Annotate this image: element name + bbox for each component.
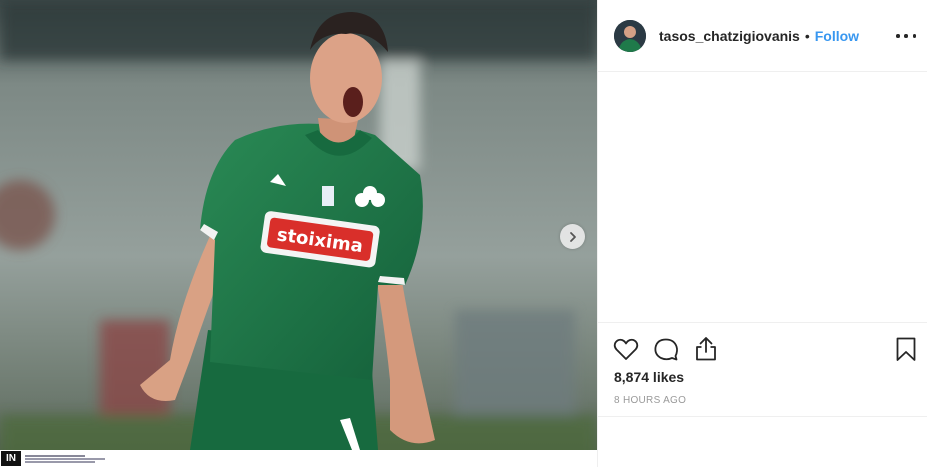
post-photo: stoixima bbox=[0, 0, 597, 467]
more-dots-icon bbox=[896, 34, 900, 38]
post-media[interactable]: stoixima IN bbox=[0, 0, 597, 467]
chevron-right-icon bbox=[569, 231, 576, 242]
post-sidebar: tasos_chatzigiovanis • Follow 8,874 like… bbox=[597, 0, 927, 467]
post-header: tasos_chatzigiovanis • Follow bbox=[598, 0, 927, 72]
more-options-button[interactable] bbox=[896, 26, 916, 46]
likes-count[interactable]: 8,874 likes bbox=[614, 369, 684, 385]
post-actions-section: 8,874 likes 8 HOURS AGO bbox=[598, 322, 927, 417]
comments-area bbox=[598, 72, 927, 323]
comment-bubble-icon[interactable] bbox=[652, 335, 680, 363]
add-comment-area bbox=[598, 417, 927, 467]
follow-button[interactable]: Follow bbox=[815, 28, 859, 44]
credit-logo: IN bbox=[1, 451, 21, 466]
photo-credit-strip: IN bbox=[0, 450, 597, 467]
post-timestamp[interactable]: 8 HOURS AGO bbox=[614, 395, 686, 406]
bookmark-icon[interactable] bbox=[892, 335, 920, 363]
instagram-post: stoixima IN tasos_chatzigiovanis • Follo… bbox=[0, 0, 927, 467]
share-upload-icon[interactable] bbox=[692, 335, 720, 363]
carousel-next-button[interactable] bbox=[560, 224, 585, 249]
credit-fine-print bbox=[25, 454, 105, 464]
action-bar bbox=[598, 333, 927, 365]
separator-dot: • bbox=[804, 27, 810, 44]
heart-outline-icon[interactable] bbox=[612, 335, 640, 363]
author-avatar[interactable] bbox=[614, 19, 646, 52]
author-username[interactable]: tasos_chatzigiovanis bbox=[659, 28, 800, 44]
profile-photo-icon bbox=[614, 19, 646, 52]
